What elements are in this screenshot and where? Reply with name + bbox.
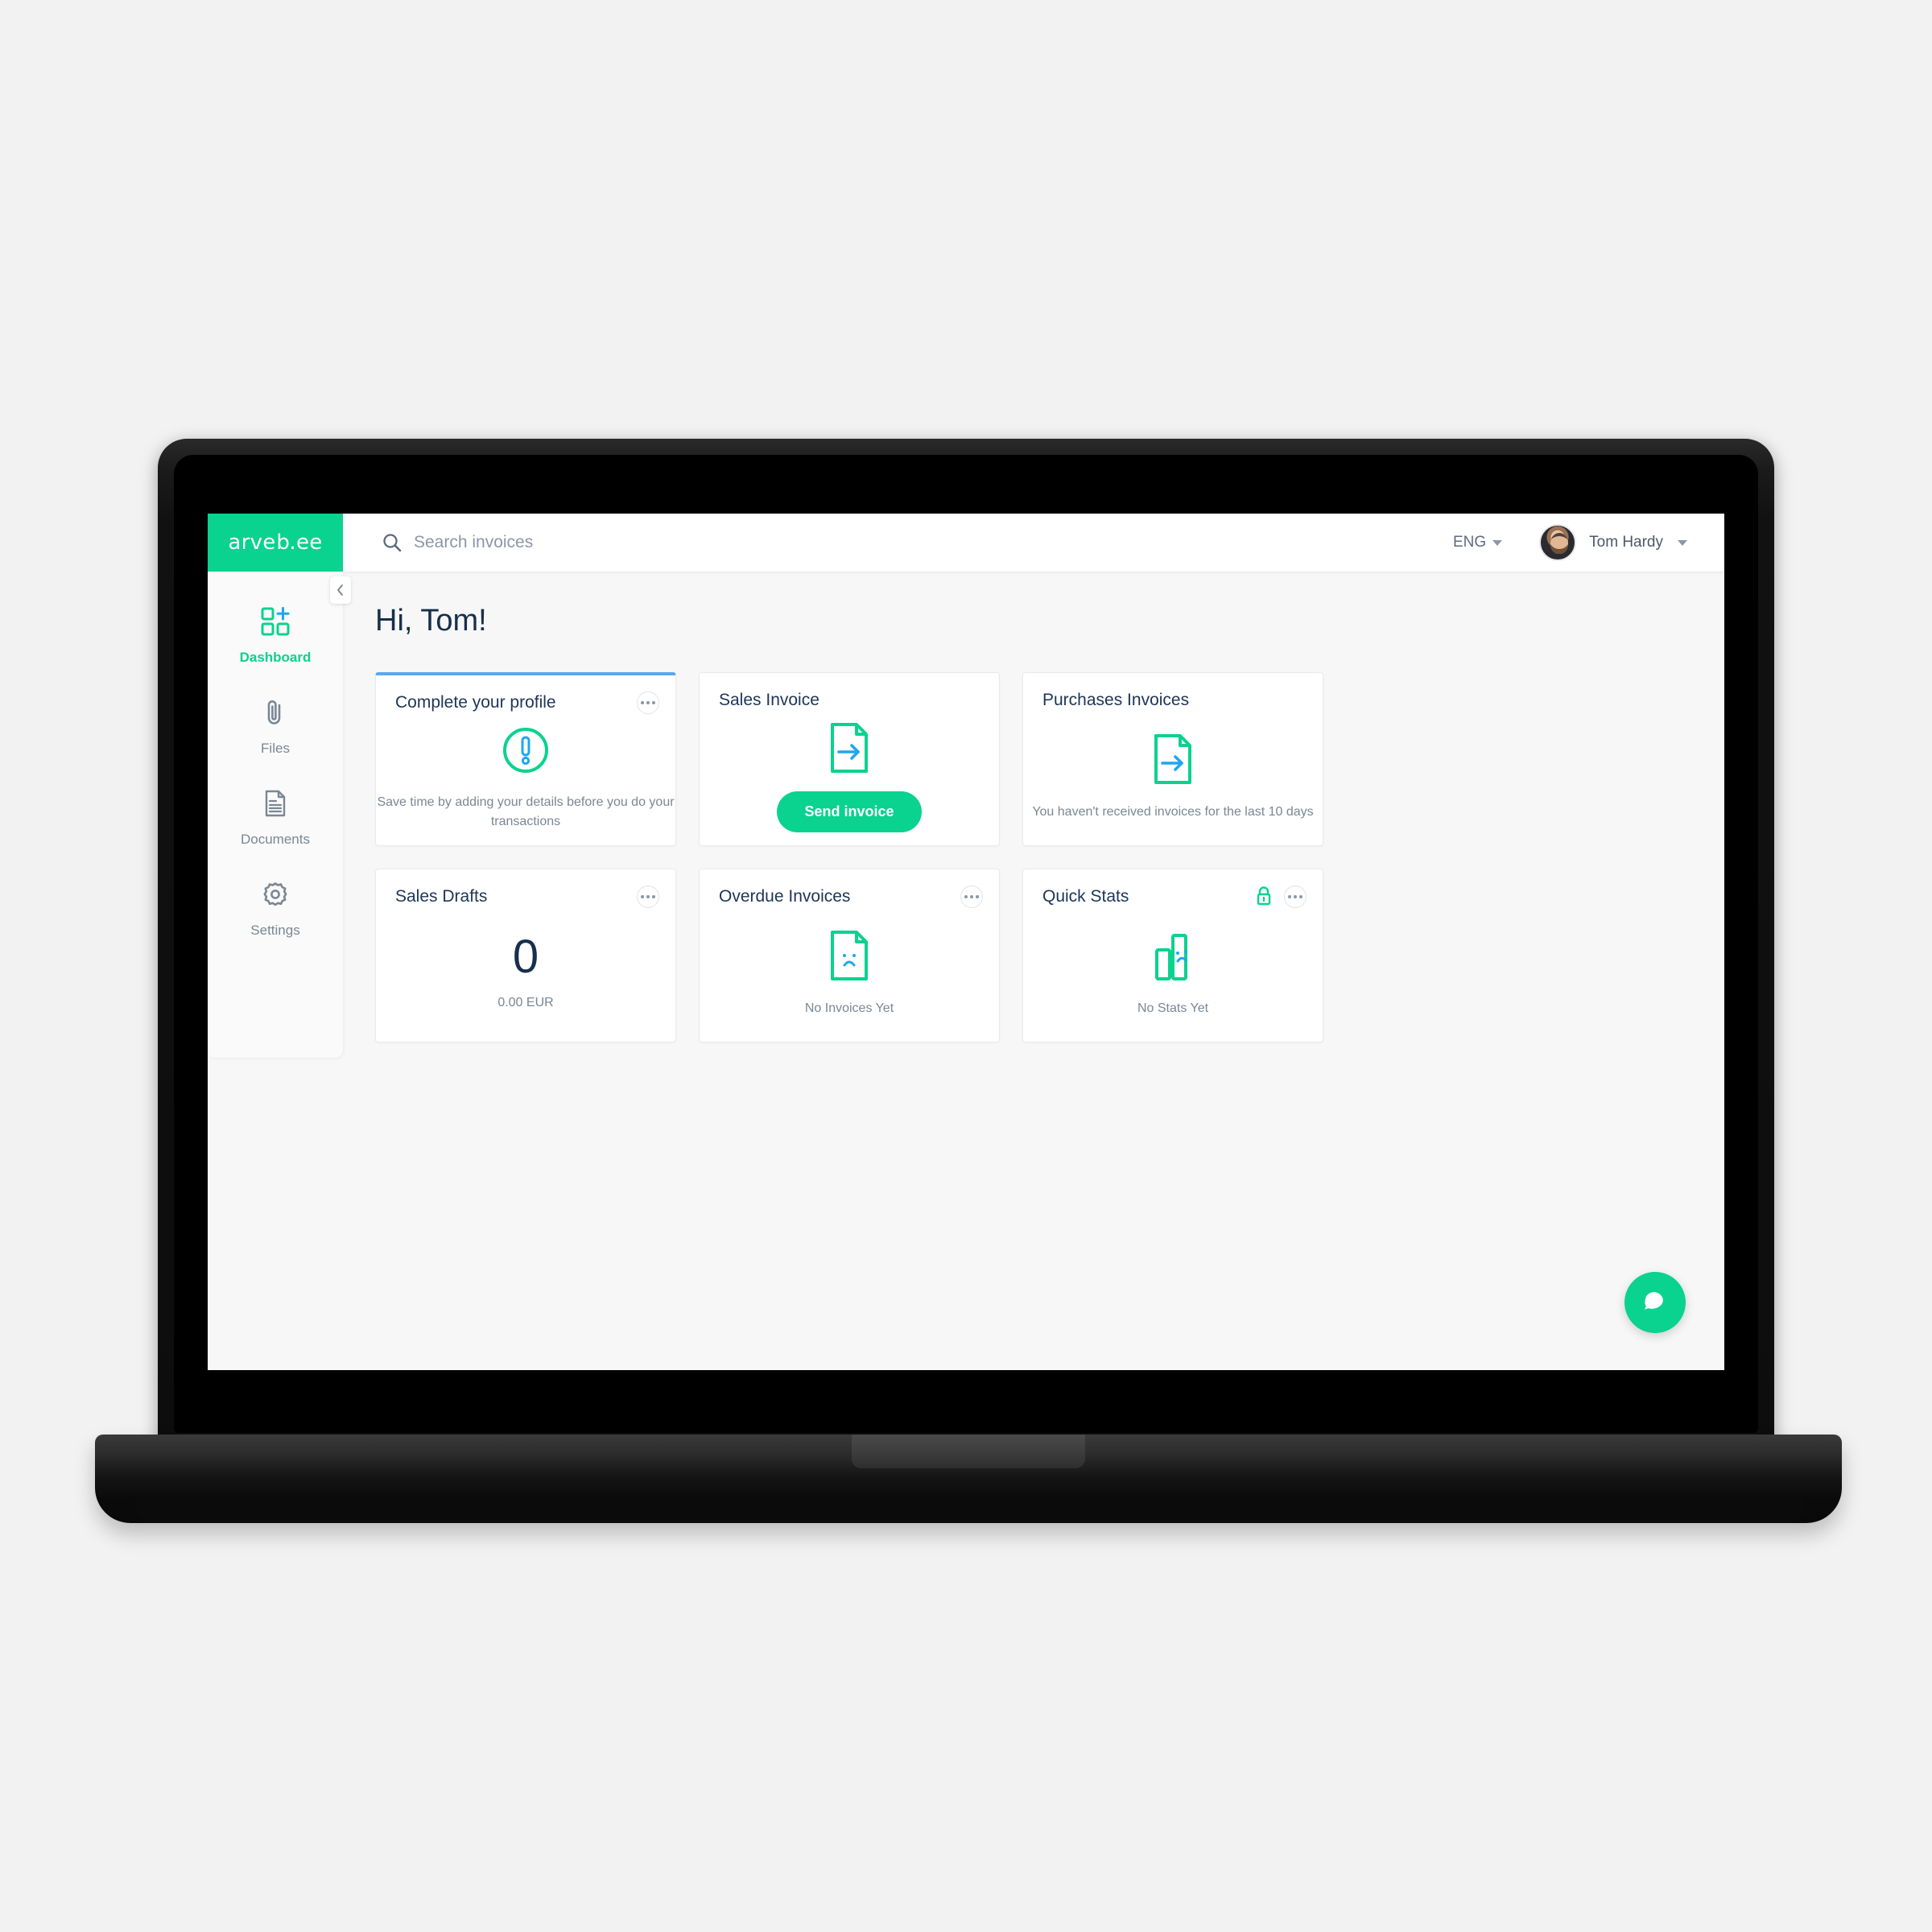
card-menu-button[interactable] <box>637 886 659 908</box>
sales-drafts-amount: 0.00 EUR <box>497 996 554 1009</box>
card-purchases-invoices[interactable]: Purchases Invoices You haven't received … <box>1022 672 1323 846</box>
sidebar-item-documents[interactable]: Documents <box>208 787 343 848</box>
bar-chart-sad-icon <box>1147 929 1199 986</box>
laptop-mockup: arved.ee ENG Tom Hardy <box>0 0 1932 1932</box>
card-body: Save time by adding your details before … <box>376 722 675 834</box>
grid-plus-icon <box>259 605 291 642</box>
top-bar: arved.ee ENG Tom Hardy <box>208 514 1724 572</box>
card-menu-button[interactable] <box>960 886 983 908</box>
card-title: Sales Invoice <box>719 691 819 709</box>
document-arrow-icon <box>1150 733 1196 790</box>
topbar-right-group: ENG Tom Hardy <box>1453 514 1724 572</box>
send-invoice-button[interactable]: Send invoice <box>777 791 922 832</box>
card-note: No Invoices Yet <box>804 1001 894 1015</box>
card-title: Sales Drafts <box>395 887 488 906</box>
main-content: Hi, Tom! Complete your profile Save time… <box>343 572 1724 1370</box>
brand-flipped-letter: d <box>275 530 290 555</box>
card-overdue-invoices[interactable]: Overdue Invoices No Invoices Yet <box>699 869 1000 1042</box>
sidebar: Dashboard Files Documents Settings <box>208 572 351 1058</box>
paperclip-icon <box>259 696 291 733</box>
card-body: Send invoice <box>700 720 999 834</box>
laptop-base-lip <box>135 1499 1803 1521</box>
card-body: You haven't received invoices for the la… <box>1023 720 1323 834</box>
card-menu-button[interactable] <box>1284 886 1307 908</box>
sidebar-item-settings[interactable]: Settings <box>208 878 343 939</box>
chevron-down-icon[interactable] <box>1678 539 1687 546</box>
laptop-base-notch <box>852 1435 1085 1468</box>
brand-logo-text: arved.ee <box>228 530 323 555</box>
card-title: Complete your profile <box>395 693 556 712</box>
language-label: ENG <box>1452 534 1487 551</box>
card-note: You haven't received invoices for the la… <box>1032 804 1314 819</box>
sidebar-item-label: Dashboard <box>239 650 312 665</box>
document-sad-icon <box>826 929 873 986</box>
document-arrow-icon <box>826 721 873 778</box>
card-note: No Stats Yet <box>1137 1001 1209 1015</box>
sales-drafts-count: 0 <box>512 931 539 983</box>
app-screen: arved.ee ENG Tom Hardy <box>208 514 1724 1370</box>
search-input[interactable] <box>414 533 832 552</box>
chevron-down-icon <box>1492 539 1503 546</box>
card-menu-button[interactable] <box>637 691 659 714</box>
user-name: Tom Hardy <box>1589 534 1663 551</box>
sidebar-item-label: Settings <box>250 923 300 938</box>
card-body: 0 0.00 EUR <box>376 916 675 1030</box>
chat-button[interactable] <box>1624 1272 1686 1333</box>
chat-bubble-icon <box>1641 1287 1669 1319</box>
card-sales-invoice[interactable]: Sales Invoice Send invoice <box>699 672 1000 846</box>
sidebar-item-label: Documents <box>241 832 310 847</box>
exclamation-circle-icon <box>500 724 551 780</box>
card-title: Overdue Invoices <box>719 887 851 906</box>
language-selector[interactable]: ENG <box>1452 534 1503 551</box>
search-icon <box>382 532 402 553</box>
card-complete-your-profile[interactable]: Complete your profile Save time by addin… <box>375 672 676 846</box>
avatar[interactable] <box>1539 524 1577 561</box>
card-body: No Invoices Yet <box>700 916 999 1030</box>
gear-icon <box>259 878 291 914</box>
sidebar-item-dashboard[interactable]: Dashboard <box>208 605 343 666</box>
card-sales-drafts[interactable]: Sales Drafts 0 0.00 EUR <box>375 869 676 1042</box>
lock-icon <box>1255 886 1273 910</box>
page-title: Hi, Tom! <box>375 604 487 638</box>
brand-logo[interactable]: arved.ee <box>208 514 343 572</box>
card-title: Purchases Invoices <box>1042 691 1190 709</box>
sidebar-item-files[interactable]: Files <box>208 696 343 757</box>
card-note: Save time by adding your details before … <box>377 795 675 828</box>
search-bar[interactable] <box>343 514 1453 572</box>
document-icon <box>259 787 291 824</box>
card-quick-stats[interactable]: Quick Stats No Stats Yet <box>1022 869 1323 1042</box>
sidebar-item-label: Files <box>261 741 290 756</box>
dashboard-card-grid: Complete your profile Save time by addin… <box>375 672 1724 1042</box>
card-body: No Stats Yet <box>1023 916 1323 1030</box>
